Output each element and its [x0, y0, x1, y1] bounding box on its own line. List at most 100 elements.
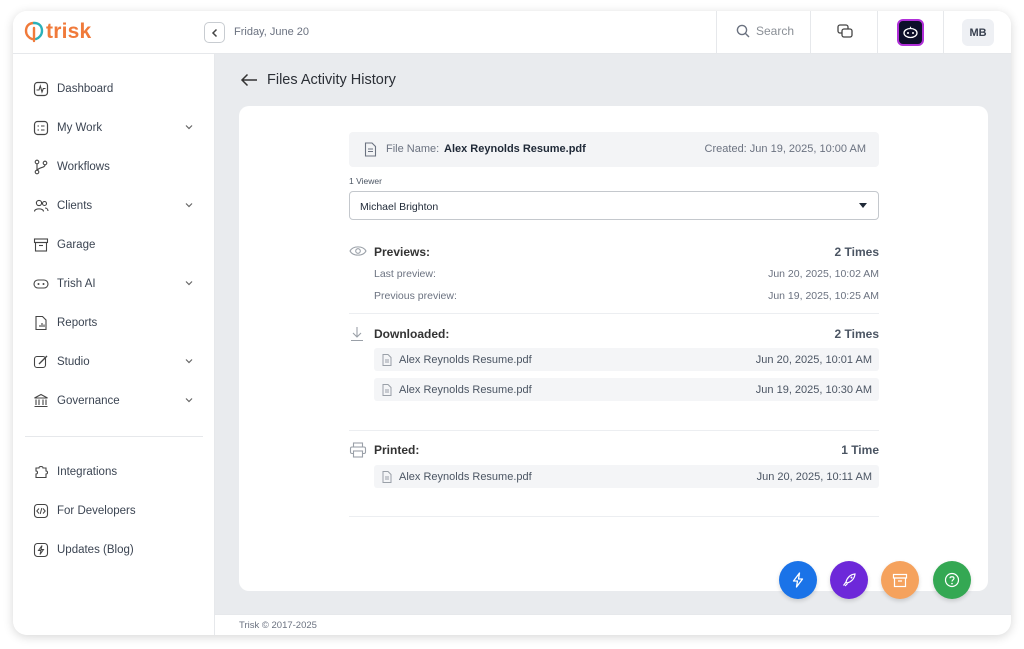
sidebar-item-my-work[interactable]: My Work [33, 117, 198, 139]
integrations-icon [33, 464, 49, 480]
download-file-name: Alex Reynolds Resume.pdf [399, 384, 532, 396]
sidebar-item-governance[interactable]: Governance [33, 390, 198, 412]
chevron-down-icon[interactable] [184, 200, 194, 210]
printer-icon [349, 442, 367, 458]
ai-bot-icon [903, 26, 918, 39]
page-header: Files Activity History [240, 72, 396, 88]
divider [943, 11, 944, 54]
divider [877, 11, 878, 54]
viewer-select[interactable]: Michael Brighton [349, 191, 879, 220]
downloaded-title: Downloaded: [374, 327, 450, 341]
launch-fab[interactable] [830, 561, 868, 599]
page-title: Files Activity History [267, 72, 396, 88]
archive-icon [892, 573, 908, 587]
sidebar: Dashboard My Work Workflows Clients Gara… [13, 54, 215, 635]
collapse-sidebar-button[interactable] [204, 22, 225, 43]
download-file-name: Alex Reynolds Resume.pdf [399, 354, 532, 366]
sidebar-item-trish-ai[interactable]: Trish AI [33, 273, 198, 295]
sidebar-item-label: Studio [57, 356, 90, 368]
sidebar-item-garage[interactable]: Garage [33, 234, 198, 256]
help-fab[interactable] [933, 561, 971, 599]
eye-icon [349, 246, 367, 256]
current-date: Friday, June 20 [234, 26, 310, 38]
copyright: Trisk © 2017-2025 [239, 620, 317, 631]
app-window: trisk Friday, June 20 Search MB Dashboar… [13, 11, 1011, 635]
footer: Trisk © 2017-2025 [215, 614, 1011, 635]
sidebar-item-label: Garage [57, 239, 96, 251]
sidebar-item-label: Governance [57, 395, 120, 407]
printed-title: Printed: [374, 443, 420, 457]
printed-count: 1 Time [841, 443, 879, 457]
preview-row: Last preview: Jun 20, 2025, 10:02 AM [374, 268, 879, 284]
search-label: Search [756, 24, 795, 38]
sidebar-item-label: Trish AI [57, 278, 96, 290]
chat-icon [837, 24, 853, 38]
archive-fab[interactable] [881, 561, 919, 599]
studio-icon [33, 354, 49, 370]
document-icon [382, 354, 392, 366]
sidebar-item-reports[interactable]: Reports [33, 312, 198, 334]
messages-button[interactable] [836, 23, 854, 46]
sidebar-item-clients[interactable]: Clients [33, 195, 198, 217]
sidebar-item-for-developers[interactable]: For Developers [33, 500, 198, 522]
code-icon [33, 503, 49, 519]
quick-action-fab[interactable] [779, 561, 817, 599]
garage-icon [33, 237, 49, 253]
downloaded-count: 2 Times [834, 327, 879, 341]
trish-ai-icon [33, 276, 49, 292]
section-divider [349, 313, 879, 314]
search-button[interactable]: Search [736, 24, 794, 38]
rocket-icon [843, 573, 856, 587]
sidebar-item-label: Integrations [57, 466, 118, 478]
file-name-label: File Name: [386, 143, 440, 155]
sidebar-item-integrations[interactable]: Integrations [33, 461, 198, 483]
sidebar-item-workflows[interactable]: Workflows [33, 156, 198, 178]
download-date: Jun 20, 2025, 10:01 AM [755, 354, 872, 366]
chevron-down-icon[interactable] [184, 122, 194, 132]
sidebar-item-label: Clients [57, 200, 93, 212]
download-icon [351, 327, 363, 342]
brand-name: trisk [46, 20, 92, 43]
file-created: Created: Jun 19, 2025, 10:00 AM [704, 143, 866, 155]
workflows-icon [33, 159, 49, 175]
sidebar-item-dashboard[interactable]: Dashboard [33, 78, 198, 100]
file-name: Alex Reynolds Resume.pdf [444, 143, 586, 155]
file-info-box: File Name: Alex Reynolds Resume.pdf Crea… [349, 132, 879, 167]
divider [716, 11, 717, 54]
caret-down-icon [859, 203, 867, 208]
dashboard-icon [33, 81, 49, 97]
chevron-left-icon [211, 28, 217, 37]
sidebar-item-label: For Developers [57, 505, 136, 517]
sidebar-item-label: Dashboard [57, 83, 114, 95]
chevron-down-icon[interactable] [184, 395, 194, 405]
activity-card: File Name: Alex Reynolds Resume.pdf Crea… [239, 106, 988, 591]
section-divider [349, 430, 879, 431]
blog-icon [33, 542, 49, 558]
my-work-icon [33, 120, 49, 136]
download-row: Alex Reynolds Resume.pdf Jun 19, 2025, 1… [374, 378, 879, 401]
search-icon [736, 24, 750, 38]
sidebar-item-updates-blog[interactable]: Updates (Blog) [33, 539, 198, 561]
chevron-down-icon[interactable] [184, 278, 194, 288]
print-file-name: Alex Reynolds Resume.pdf [399, 471, 532, 483]
sidebar-item-label: Updates (Blog) [57, 544, 134, 556]
document-icon [382, 471, 392, 483]
previews-title: Previews: [374, 245, 431, 259]
preview-date: Jun 19, 2025, 10:25 AM [768, 290, 879, 302]
viewer-selected: Michael Brighton [360, 201, 439, 213]
main-content: Files Activity History File Name: Alex R… [215, 54, 1011, 635]
sidebar-item-studio[interactable]: Studio [33, 351, 198, 373]
back-arrow-icon[interactable] [240, 73, 258, 87]
trish-ai-app-button[interactable] [897, 19, 924, 46]
downloaded-section-header: Downloaded: 2 Times [349, 324, 879, 344]
print-row: Alex Reynolds Resume.pdf Jun 20, 2025, 1… [374, 465, 879, 488]
previews-section-header: Previews: 2 Times [349, 242, 879, 262]
preview-label: Previous preview: [374, 290, 457, 302]
download-row: Alex Reynolds Resume.pdf Jun 20, 2025, 1… [374, 348, 879, 371]
clients-icon [33, 198, 49, 214]
preview-date: Jun 20, 2025, 10:02 AM [768, 268, 879, 280]
lightning-icon [792, 572, 804, 588]
chevron-down-icon[interactable] [184, 356, 194, 366]
user-avatar[interactable]: MB [962, 19, 994, 46]
trisk-logo[interactable]: trisk [24, 20, 92, 43]
